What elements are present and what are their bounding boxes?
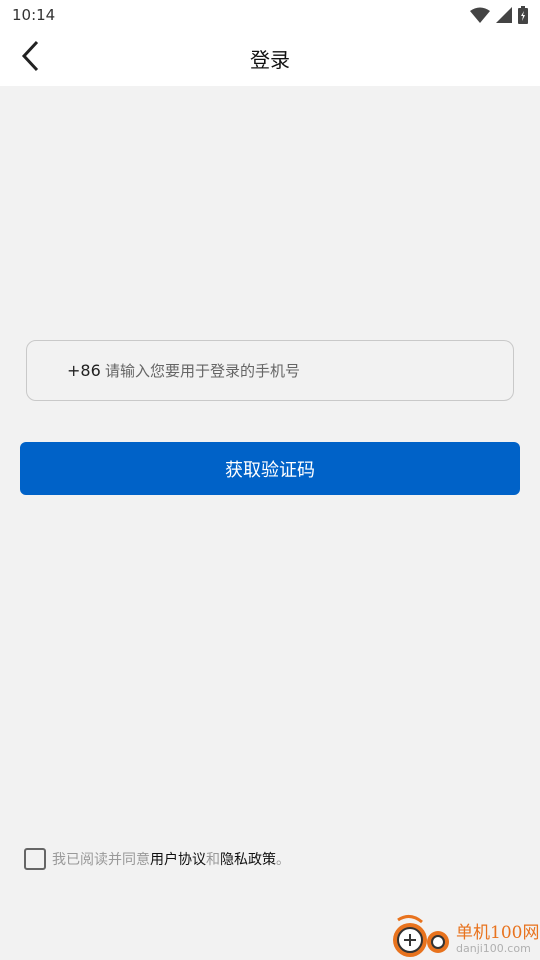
status-icons [470, 6, 528, 24]
get-code-button[interactable]: 获取验证码 [20, 442, 520, 495]
agreement-row: 我已阅读并同意 用户协议 和 隐私政策 。 [24, 848, 290, 870]
page-title: 登录 [250, 48, 290, 72]
phone-input-box: +86 [26, 340, 514, 401]
watermark-brand: 单机100网 [456, 923, 540, 943]
phone-input[interactable] [105, 361, 513, 380]
signal-icon [496, 7, 512, 23]
status-bar: 10:14 [0, 0, 540, 30]
user-agreement-link[interactable]: 用户协议 [150, 849, 206, 869]
country-code[interactable]: +86 [67, 361, 105, 380]
status-time: 10:14 [12, 6, 56, 24]
agreement-prefix: 我已阅读并同意 [52, 852, 150, 868]
app-header: 登录 [0, 30, 540, 86]
agreement-suffix: 。 [276, 852, 290, 868]
watermark: 单机100网 danji100.com [390, 912, 540, 960]
agree-checkbox[interactable] [24, 848, 46, 870]
privacy-policy-link[interactable]: 隐私政策 [220, 849, 276, 869]
battery-icon [518, 6, 528, 24]
watermark-url: danji100.com [456, 942, 531, 955]
agreement-and: 和 [206, 852, 220, 868]
wifi-icon [470, 7, 490, 23]
login-screen: 10:14 登录 +86 获取验证码 我已阅读并同意 用户协议 和 [0, 0, 540, 960]
